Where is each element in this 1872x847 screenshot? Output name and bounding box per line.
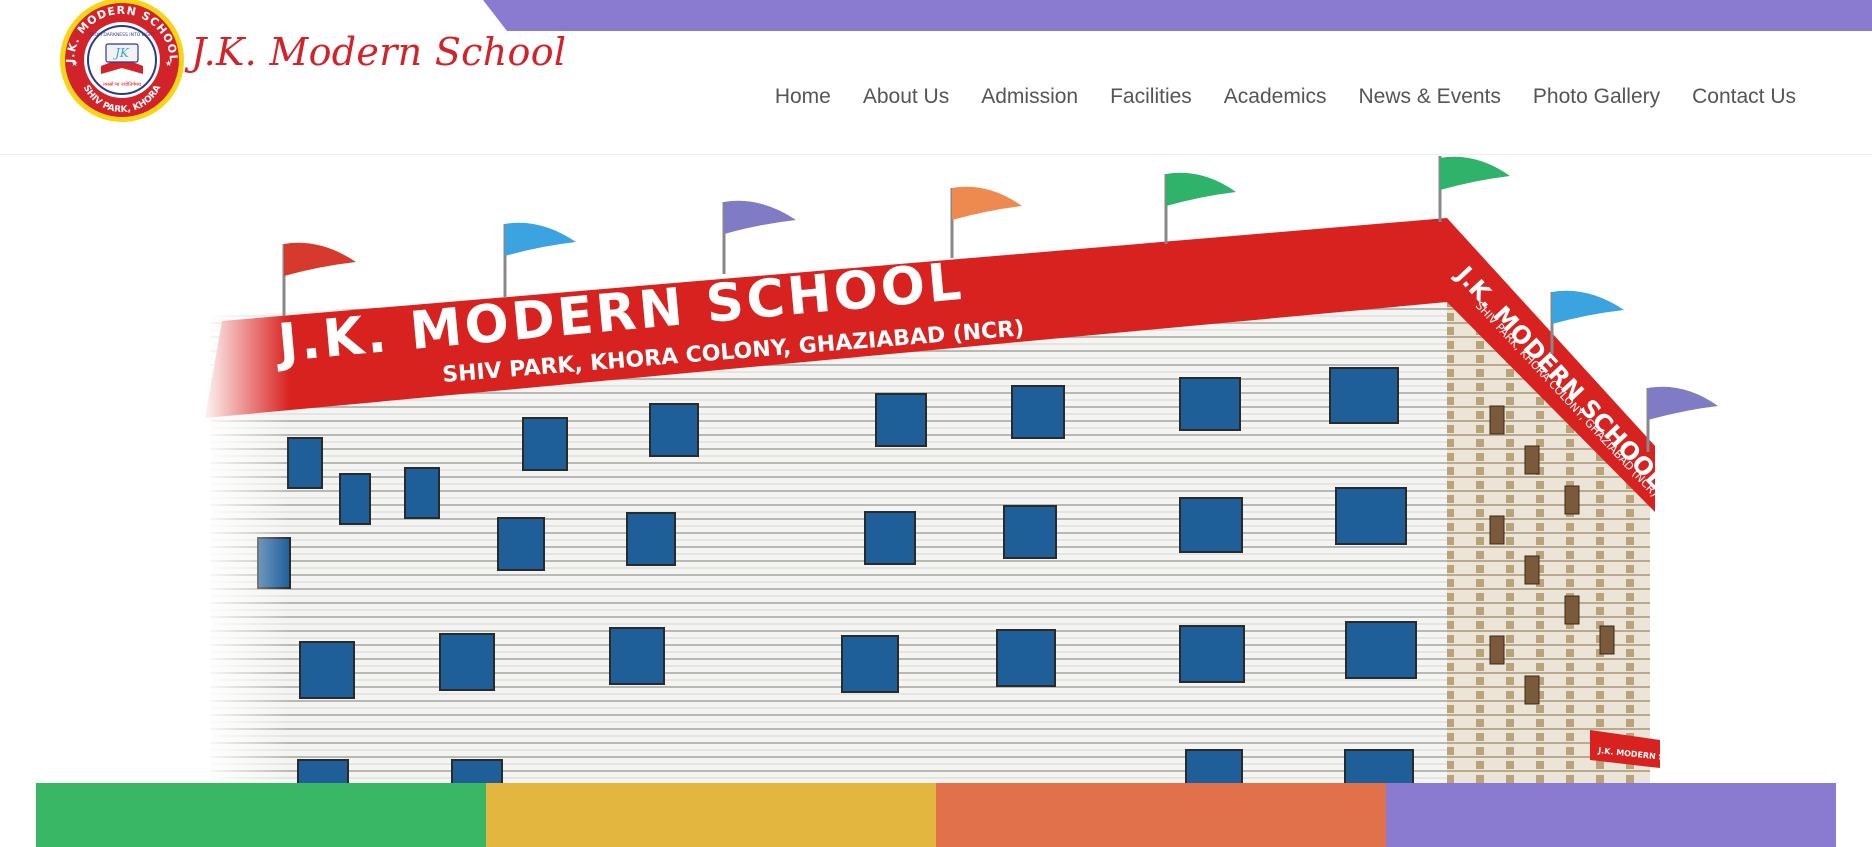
feature-tile-purple[interactable]: [1386, 783, 1836, 847]
school-emblem-icon: J.K. MODERN SCHOOL SHIV PARK, KHORA FROM…: [60, 0, 184, 122]
site-header: J.K. MODERN SCHOOL SHIV PARK, KHORA FROM…: [0, 0, 1872, 155]
nav-home[interactable]: Home: [775, 85, 847, 109]
svg-text:★: ★: [71, 59, 78, 68]
logo-monogram: JK: [112, 46, 130, 60]
nav-photo-gallery[interactable]: Photo Gallery: [1517, 85, 1676, 109]
nav-facilities[interactable]: Facilities: [1094, 85, 1208, 109]
feature-tile-yellow[interactable]: [486, 783, 936, 847]
feature-tiles: [36, 783, 1836, 847]
nav-contact-us[interactable]: Contact Us: [1676, 85, 1796, 109]
brand-name[interactable]: J.K. Modern School: [191, 30, 566, 74]
logo-motto-en: FROM DARKNESS INTO LIGHT: [89, 32, 156, 38]
nav-about-us[interactable]: About Us: [847, 85, 965, 109]
school-building-image: J.K. MODERN SCHOOL SHIV PARK, KHORA COLO…: [200, 156, 1718, 784]
nav-admission[interactable]: Admission: [965, 85, 1094, 109]
svg-text:★: ★: [165, 59, 172, 68]
nav-news-events[interactable]: News & Events: [1343, 85, 1517, 109]
logo-motto-hi: तमसो मा ज्योतिर्गमय: [103, 81, 141, 88]
logo-link[interactable]: J.K. MODERN SCHOOL SHIV PARK, KHORA FROM…: [57, 0, 187, 122]
main-nav: Home About Us Admission Facilities Acade…: [775, 85, 1796, 109]
feature-tile-green[interactable]: [36, 783, 486, 847]
nav-academics[interactable]: Academics: [1208, 85, 1343, 109]
hero-slider: J.K. MODERN SCHOOL SHIV PARK, KHORA COLO…: [0, 156, 1872, 784]
feature-tile-orange[interactable]: [936, 783, 1386, 847]
